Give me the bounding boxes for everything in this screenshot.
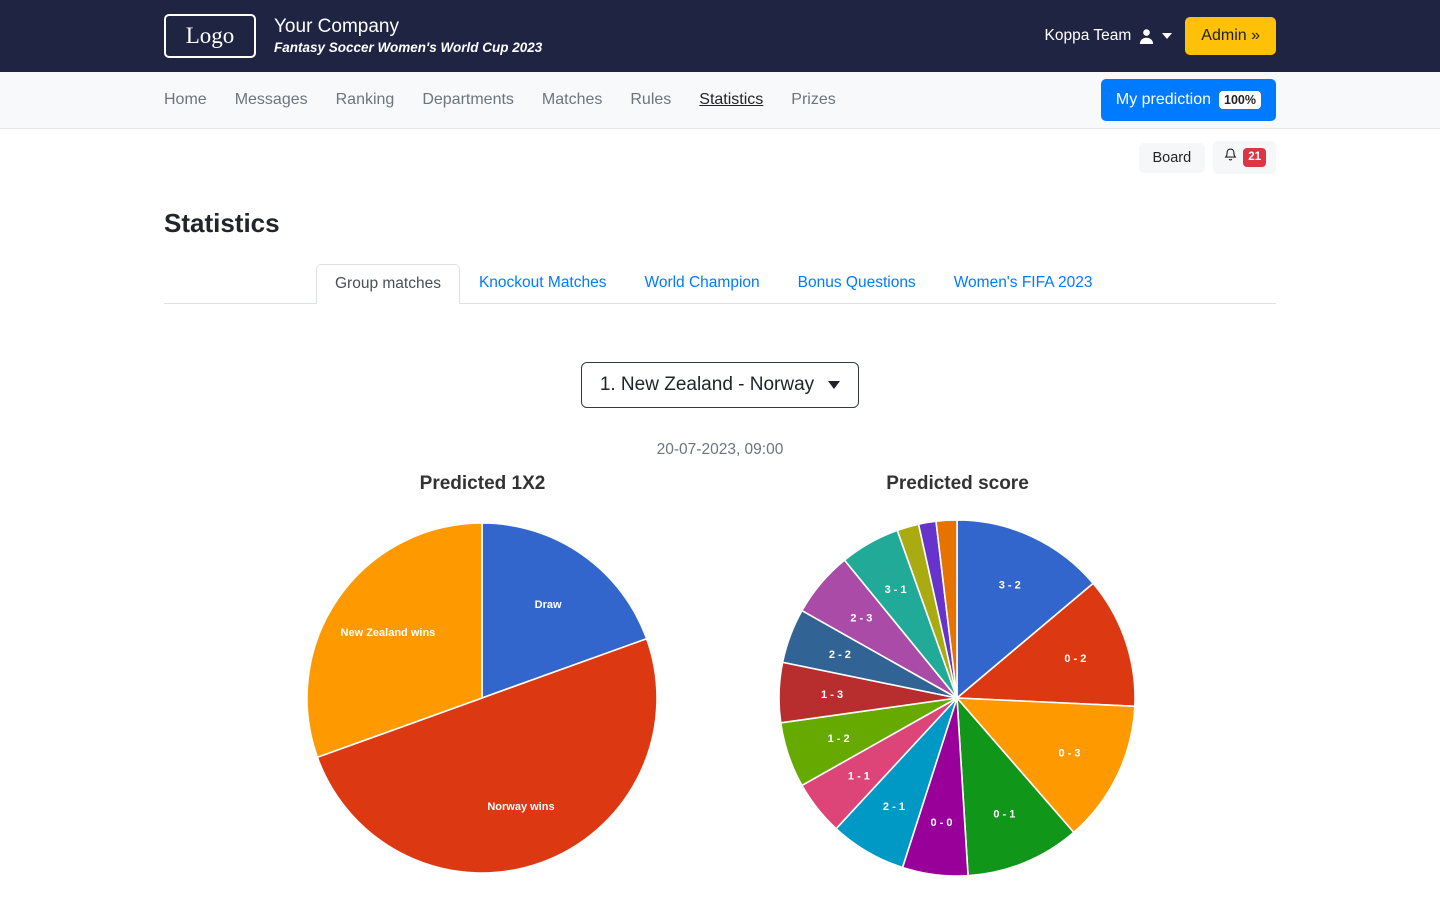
statistics-tab-bar: Group matches Knockout Matches World Cha… — [164, 263, 1276, 304]
brand-text: Your Company Fantasy Soccer Women's Worl… — [274, 15, 542, 56]
pie-slice-label: 2 - 3 — [850, 612, 872, 624]
nav-item-ranking[interactable]: Ranking — [336, 91, 395, 109]
tab-world-champion[interactable]: World Champion — [625, 263, 778, 303]
pie-slice-label: 0 - 0 — [930, 817, 952, 829]
match-selector-value: 1. New Zealand - Norway — [599, 374, 815, 395]
page-title: Statistics — [164, 208, 280, 238]
nav-item-statistics[interactable]: Statistics — [699, 91, 763, 109]
page-container: Statistics Group matches Knockout Matche… — [0, 208, 1440, 891]
company-name: Your Company — [274, 16, 399, 38]
nav-item-messages[interactable]: Messages — [235, 91, 308, 109]
company-subtitle: Fantasy Soccer Women's World Cup 2023 — [274, 40, 543, 56]
pie-slice-label: 3 - 1 — [885, 584, 907, 596]
my-prediction-label: My prediction — [1115, 91, 1212, 108]
nav-links: Home Messages Ranking Departments Matche… — [164, 91, 836, 109]
tab-group-matches[interactable]: Group matches — [316, 264, 460, 304]
predicted-1x2-pie-chart[interactable]: Draw Norway wins New Zealand wins — [245, 501, 720, 891]
admin-button[interactable]: Admin » — [1185, 17, 1276, 55]
pie-slice-label: Draw — [535, 599, 562, 611]
logo: Logo — [164, 14, 256, 58]
match-selector-dropdown[interactable]: 1. New Zealand - Norway — [580, 362, 860, 408]
pie-slice-label: 1 - 2 — [828, 733, 850, 745]
board-button[interactable]: Board — [1138, 142, 1206, 173]
brand-block: Logo Your Company Fantasy Soccer Women's… — [164, 14, 542, 58]
top-header-bar: Logo Your Company Fantasy Soccer Women's… — [0, 0, 1440, 72]
pie-slice-label: 2 - 2 — [829, 649, 851, 661]
main-navigation-bar: Home Messages Ranking Departments Matche… — [0, 72, 1440, 129]
predicted-score-chart-title: Predicted score — [886, 473, 1029, 494]
nav-item-departments[interactable]: Departments — [422, 91, 514, 109]
nav-item-prizes[interactable]: Prizes — [791, 91, 835, 109]
person-icon — [1138, 28, 1155, 45]
pie-slice-label: 0 - 3 — [1058, 747, 1080, 759]
tab-womens-fifa-2023[interactable]: Women's FIFA 2023 — [935, 263, 1112, 303]
pie-slice-label: 2 - 1 — [883, 801, 905, 813]
my-prediction-percent-badge: 100% — [1219, 90, 1261, 110]
chevron-down-icon — [828, 381, 841, 389]
user-name-label: Koppa Team — [1044, 27, 1132, 44]
predicted-score-chart-block: Predicted score 3 - 2 0 - 2 0 - 3 0 - 1 0 - … — [720, 473, 1195, 891]
user-menu[interactable]: Koppa Team — [1045, 27, 1173, 45]
nav-item-rules[interactable]: Rules — [630, 91, 671, 109]
pie-slice-label: 1 - 3 — [821, 689, 843, 701]
nav-item-home[interactable]: Home — [164, 91, 207, 109]
pie-slice-label: 1 - 1 — [848, 771, 870, 783]
secondary-action-bar: Board 21 — [0, 129, 1440, 186]
pie-slice-label: 3 - 2 — [999, 580, 1021, 592]
header-right-controls: Koppa Team Admin » — [1045, 17, 1276, 55]
match-selector-row: 1. New Zealand - Norway — [164, 362, 1276, 408]
predicted-1x2-chart-block: Predicted 1X2 Draw Norway wins New Zealand… — [245, 473, 720, 891]
nav-item-matches[interactable]: Matches — [542, 91, 602, 109]
my-prediction-button[interactable]: My prediction 100% — [1100, 78, 1276, 122]
notification-count-badge: 21 — [1243, 148, 1266, 167]
bell-icon — [1223, 147, 1238, 168]
predicted-score-pie-chart[interactable]: 3 - 2 0 - 2 0 - 3 0 - 1 0 - 0 2 - 1 1 - 1 1 - 2… — [720, 501, 1195, 891]
pie-slice-label: Norway wins — [487, 801, 554, 813]
pie-slice-label: 0 - 2 — [1064, 653, 1086, 665]
match-date-time: 20-07-2023, 09:00 — [656, 441, 784, 458]
predicted-1x2-chart-title: Predicted 1X2 — [419, 473, 546, 494]
tab-bonus-questions[interactable]: Bonus Questions — [779, 263, 935, 303]
charts-row: Predicted 1X2 Draw Norway wins New Zealand… — [164, 473, 1276, 891]
pie-slice-label: 0 - 1 — [993, 809, 1015, 821]
pie-slice-label: New Zealand wins — [341, 627, 436, 639]
chevron-down-icon — [1162, 33, 1173, 39]
notifications-button[interactable]: 21 — [1213, 141, 1276, 174]
tab-knockout-matches[interactable]: Knockout Matches — [460, 263, 626, 303]
